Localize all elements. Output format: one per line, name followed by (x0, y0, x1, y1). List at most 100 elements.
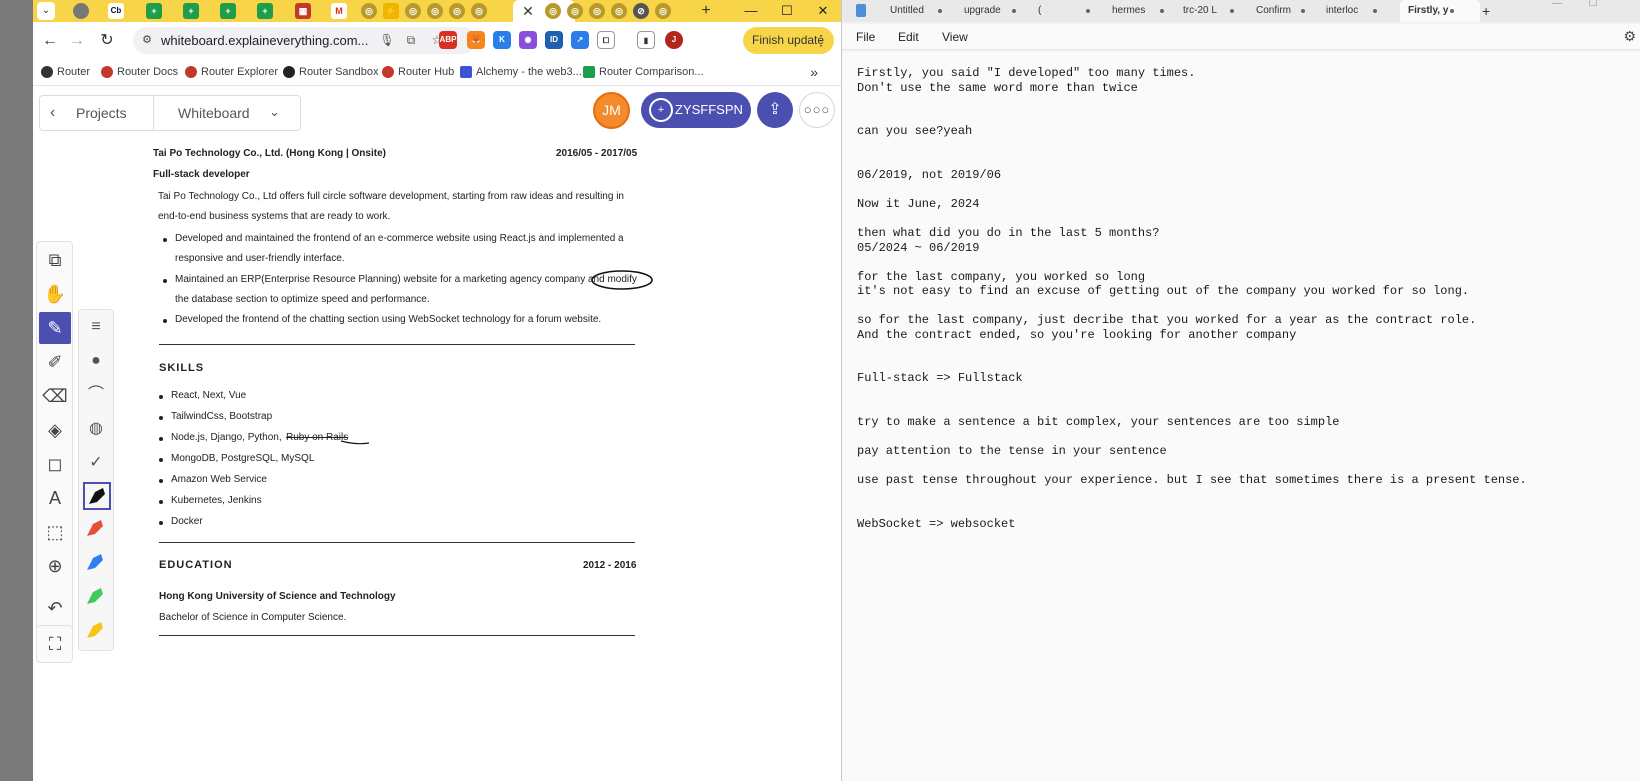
site-info-icon[interactable]: ⚙ (139, 32, 155, 48)
tab-favicon-gear-6[interactable]: ◎ (545, 3, 561, 19)
invite-code-button[interactable]: + ZYSFFSPN (641, 92, 751, 128)
forward-arrow-icon[interactable]: → (66, 30, 88, 52)
maximize-button[interactable]: ☐ (769, 0, 805, 22)
chrome-menu-icon[interactable]: ⋮ (814, 27, 828, 54)
dot-size-icon[interactable]: ● (81, 346, 111, 376)
reload-icon[interactable]: ↻ (96, 30, 118, 52)
tab-favicon-sheets-1[interactable]: + (146, 3, 162, 19)
finish-update-button[interactable]: Finish update ⋮ (743, 27, 834, 54)
extension-arrow-icon[interactable]: ↗ (571, 31, 589, 49)
new-tab-glyph: + (1482, 3, 1491, 19)
tab-favicon-red[interactable]: ▦ (295, 3, 311, 19)
profile-avatar[interactable]: J (665, 31, 683, 49)
tab-favicon-gear-9[interactable]: ◎ (611, 3, 627, 19)
tab-favicon-gear-7[interactable]: ◎ (567, 3, 583, 19)
laser-pointer-icon[interactable]: ⊕ (39, 550, 71, 582)
stroke-width-icon[interactable]: ≡ (81, 312, 111, 342)
tab-favicon-gmail[interactable]: M (331, 3, 347, 19)
close-window-button[interactable]: ✕ (805, 0, 841, 22)
curve-icon[interactable]: ⌒ (81, 380, 111, 410)
chevron-left-icon[interactable]: ‹ (50, 104, 55, 122)
notepad-tab[interactable]: ( (1038, 0, 1041, 22)
fill-bucket-icon[interactable]: ◈ (39, 414, 71, 446)
tab-favicon-sheets-2[interactable]: + (183, 3, 199, 19)
black-marker-icon[interactable] (83, 482, 111, 510)
red-marker-icon[interactable] (83, 516, 111, 544)
user-avatar[interactable]: JM (593, 92, 630, 129)
hand-tool-icon[interactable]: ✋ (39, 278, 71, 310)
tab-favicon-bolt[interactable]: ⚡ (383, 3, 399, 19)
highlighter-icon[interactable]: ✐ (39, 346, 71, 378)
notepad-new-tab-button[interactable]: + (1482, 0, 1490, 22)
bookmark-router-hub[interactable]: Router Hub (382, 64, 454, 80)
bookmark-router-sandbox[interactable]: Router Sandbox (283, 64, 379, 80)
undo-icon[interactable]: ↶ (39, 592, 71, 624)
menu-view[interactable]: View (942, 30, 968, 44)
chevron-down-icon[interactable]: ⌄ (269, 104, 280, 120)
menu-edit[interactable]: Edit (898, 30, 919, 44)
metamask-icon[interactable]: 🦊 (467, 31, 485, 49)
notepad-tab[interactable]: Confirm (1256, 0, 1291, 22)
notepad-tab[interactable]: upgrade (964, 0, 1001, 22)
blue-marker-icon[interactable] (83, 550, 111, 578)
install-app-icon[interactable]: ⧉ (403, 32, 419, 48)
notepad-tab-active-label[interactable]: Firstly, y (1408, 0, 1448, 22)
bookmark-alchemy[interactable]: Alchemy - the web3... (460, 64, 582, 80)
notepad-maximize-button[interactable]: ☐ (1578, 0, 1608, 10)
duplicate-icon[interactable]: ⧉ (39, 244, 71, 276)
bookmark-router[interactable]: Router (41, 64, 90, 80)
extensions-puzzle-icon[interactable]: ⧠ (597, 31, 615, 49)
bookmark-router-explorer[interactable]: Router Explorer (185, 64, 278, 80)
tab-favicon-gear-10[interactable]: ◎ (655, 3, 671, 19)
frame-icon[interactable]: ⛶ (39, 628, 71, 660)
insert-icon[interactable]: ⬚ (39, 516, 71, 548)
text-tool-icon[interactable]: A (39, 482, 71, 514)
extension-k-icon[interactable]: K (493, 31, 511, 49)
side-panel-icon[interactable]: ▮ (637, 31, 655, 49)
notepad-tab[interactable]: hermes (1112, 0, 1145, 22)
tab-close-icon[interactable]: ✕ (517, 0, 539, 22)
yellow-marker-icon[interactable] (83, 618, 111, 646)
tab-favicon-cb[interactable]: Cb (108, 3, 124, 19)
opacity-icon[interactable]: ◍ (81, 414, 111, 444)
bookmark-router-docs[interactable]: Router Docs (101, 64, 178, 80)
tab-favicon-gear-3[interactable]: ◎ (427, 3, 443, 19)
adblock-icon[interactable]: ABP (439, 31, 457, 49)
tab-search-button[interactable]: ⌄ (37, 2, 55, 20)
bookmark-router-comparison[interactable]: Router Comparison... (583, 64, 704, 80)
shapes-icon[interactable]: ◻ (39, 448, 71, 480)
bookmarks-overflow-icon[interactable]: » (810, 64, 818, 80)
tab-favicon-github[interactable] (73, 3, 89, 19)
checkmark-icon[interactable]: ✓ (81, 448, 111, 478)
extension-brain-icon[interactable]: ◉ (519, 31, 537, 49)
notepad-tab[interactable]: interloc (1326, 0, 1358, 22)
minimize-button[interactable]: — (733, 0, 769, 22)
bullet-dot (159, 395, 163, 399)
notepad-minimize-button[interactable]: — (1542, 0, 1572, 10)
notepad-tab[interactable]: trc-20 L (1183, 0, 1217, 22)
tab-favicon-gear-4[interactable]: ◎ (449, 3, 465, 19)
tab-favicon-slash[interactable]: ⊘ (633, 3, 649, 19)
gear-icon[interactable]: ⚙ (1623, 28, 1636, 45)
new-tab-button[interactable]: + (695, 0, 717, 22)
tab-favicon-gear-8[interactable]: ◎ (589, 3, 605, 19)
tab-favicon-gear-2[interactable]: ◎ (405, 3, 421, 19)
back-arrow-icon[interactable]: ← (39, 30, 61, 52)
tab-favicon-gear-5[interactable]: ◎ (471, 3, 487, 19)
more-options-button[interactable]: ○○○ (799, 92, 835, 128)
menu-file[interactable]: File (856, 30, 875, 44)
eraser-icon[interactable]: ⌫ (39, 380, 71, 412)
tab-favicon-sheets-4[interactable]: + (257, 3, 273, 19)
tab-favicon-sheets-3[interactable]: + (220, 3, 236, 19)
address-bar[interactable]: ⚙ whiteboard.explaineverything.com... 🎙 … (133, 27, 476, 54)
pen-tool-icon[interactable]: ✎ (39, 312, 71, 344)
notepad-tab[interactable]: Untitled (890, 0, 924, 22)
projects-link[interactable]: Projects (76, 105, 127, 121)
mic-icon[interactable]: 🎙 (379, 32, 395, 48)
green-marker-icon[interactable] (83, 584, 111, 612)
tab-favicon-gear-1[interactable]: ◎ (361, 3, 377, 19)
share-button[interactable]: ⇪ (757, 92, 793, 128)
whiteboard-title[interactable]: Whiteboard (178, 105, 250, 121)
extension-id-icon[interactable]: ID (545, 31, 563, 49)
notepad-text-area[interactable]: Firstly, you said "I developed" too many… (842, 52, 1640, 781)
